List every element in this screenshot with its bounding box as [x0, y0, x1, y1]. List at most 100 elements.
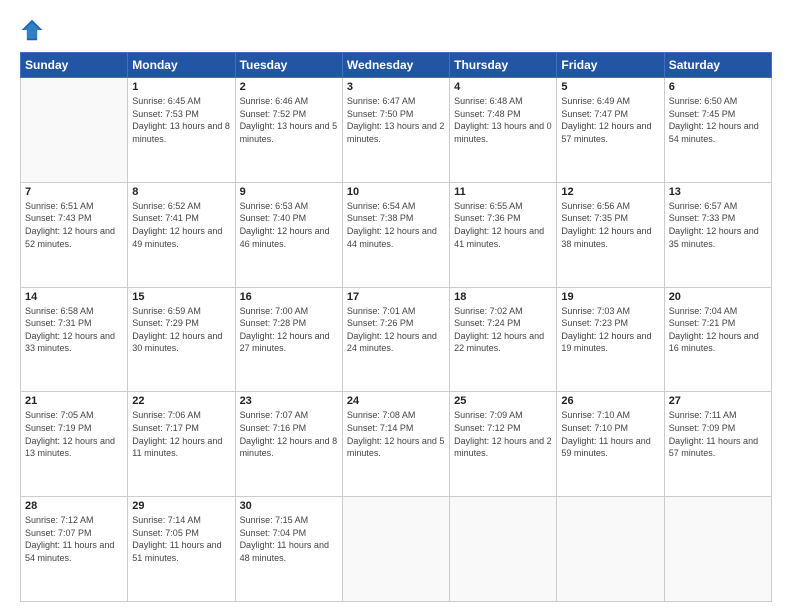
day-info: Sunrise: 6:51 AM Sunset: 7:43 PM Dayligh… [25, 200, 123, 250]
day-number: 29 [132, 500, 230, 512]
day-info: Sunrise: 7:03 AM Sunset: 7:23 PM Dayligh… [561, 305, 659, 355]
day-number: 22 [132, 395, 230, 407]
daylight-text: Daylight: 13 hours and 8 minutes. [132, 120, 230, 145]
calendar-day-cell: 15 Sunrise: 6:59 AM Sunset: 7:29 PM Dayl… [128, 287, 235, 392]
daylight-text: Daylight: 12 hours and 54 minutes. [669, 120, 767, 145]
sunset-text: Sunset: 7:45 PM [669, 108, 767, 121]
sunset-text: Sunset: 7:35 PM [561, 212, 659, 225]
day-info: Sunrise: 6:59 AM Sunset: 7:29 PM Dayligh… [132, 305, 230, 355]
day-info: Sunrise: 6:46 AM Sunset: 7:52 PM Dayligh… [240, 95, 338, 145]
daylight-text: Daylight: 13 hours and 5 minutes. [240, 120, 338, 145]
day-number: 18 [454, 291, 552, 303]
day-info: Sunrise: 7:08 AM Sunset: 7:14 PM Dayligh… [347, 409, 445, 459]
calendar-week-row: 28 Sunrise: 7:12 AM Sunset: 7:07 PM Dayl… [21, 497, 772, 602]
day-info: Sunrise: 6:53 AM Sunset: 7:40 PM Dayligh… [240, 200, 338, 250]
calendar-day-cell: 22 Sunrise: 7:06 AM Sunset: 7:17 PM Dayl… [128, 392, 235, 497]
calendar-week-row: 7 Sunrise: 6:51 AM Sunset: 7:43 PM Dayli… [21, 182, 772, 287]
sunset-text: Sunset: 7:36 PM [454, 212, 552, 225]
calendar-day-cell: 17 Sunrise: 7:01 AM Sunset: 7:26 PM Dayl… [342, 287, 449, 392]
day-number: 30 [240, 500, 338, 512]
daylight-text: Daylight: 12 hours and 30 minutes. [132, 330, 230, 355]
day-number: 3 [347, 81, 445, 93]
day-number: 8 [132, 186, 230, 198]
calendar-day-cell: 25 Sunrise: 7:09 AM Sunset: 7:12 PM Dayl… [450, 392, 557, 497]
sunset-text: Sunset: 7:14 PM [347, 422, 445, 435]
calendar-day-cell: 18 Sunrise: 7:02 AM Sunset: 7:24 PM Dayl… [450, 287, 557, 392]
calendar-day-cell: 2 Sunrise: 6:46 AM Sunset: 7:52 PM Dayli… [235, 78, 342, 183]
sunrise-text: Sunrise: 6:52 AM [132, 200, 230, 213]
sunrise-text: Sunrise: 6:49 AM [561, 95, 659, 108]
day-info: Sunrise: 6:56 AM Sunset: 7:35 PM Dayligh… [561, 200, 659, 250]
day-number: 20 [669, 291, 767, 303]
daylight-text: Daylight: 12 hours and 5 minutes. [347, 435, 445, 460]
day-info: Sunrise: 7:05 AM Sunset: 7:19 PM Dayligh… [25, 409, 123, 459]
daylight-text: Daylight: 12 hours and 33 minutes. [25, 330, 123, 355]
day-info: Sunrise: 7:14 AM Sunset: 7:05 PM Dayligh… [132, 514, 230, 564]
calendar-day-cell: 9 Sunrise: 6:53 AM Sunset: 7:40 PM Dayli… [235, 182, 342, 287]
daylight-text: Daylight: 12 hours and 44 minutes. [347, 225, 445, 250]
daylight-text: Daylight: 11 hours and 57 minutes. [669, 435, 767, 460]
calendar-day-cell: 14 Sunrise: 6:58 AM Sunset: 7:31 PM Dayl… [21, 287, 128, 392]
sunrise-text: Sunrise: 7:03 AM [561, 305, 659, 318]
sunset-text: Sunset: 7:33 PM [669, 212, 767, 225]
daylight-text: Daylight: 13 hours and 2 minutes. [347, 120, 445, 145]
calendar-day-header: Saturday [664, 53, 771, 78]
day-number: 15 [132, 291, 230, 303]
calendar-day-cell: 1 Sunrise: 6:45 AM Sunset: 7:53 PM Dayli… [128, 78, 235, 183]
sunrise-text: Sunrise: 7:05 AM [25, 409, 123, 422]
calendar-day-cell: 16 Sunrise: 7:00 AM Sunset: 7:28 PM Dayl… [235, 287, 342, 392]
sunset-text: Sunset: 7:53 PM [132, 108, 230, 121]
day-number: 13 [669, 186, 767, 198]
day-info: Sunrise: 6:47 AM Sunset: 7:50 PM Dayligh… [347, 95, 445, 145]
daylight-text: Daylight: 12 hours and 35 minutes. [669, 225, 767, 250]
sunrise-text: Sunrise: 7:15 AM [240, 514, 338, 527]
sunset-text: Sunset: 7:40 PM [240, 212, 338, 225]
sunset-text: Sunset: 7:10 PM [561, 422, 659, 435]
calendar-week-row: 1 Sunrise: 6:45 AM Sunset: 7:53 PM Dayli… [21, 78, 772, 183]
sunrise-text: Sunrise: 7:09 AM [454, 409, 552, 422]
calendar-week-row: 21 Sunrise: 7:05 AM Sunset: 7:19 PM Dayl… [21, 392, 772, 497]
calendar-day-header: Wednesday [342, 53, 449, 78]
sunset-text: Sunset: 7:47 PM [561, 108, 659, 121]
logo-icon [20, 18, 44, 42]
day-info: Sunrise: 7:07 AM Sunset: 7:16 PM Dayligh… [240, 409, 338, 459]
sunset-text: Sunset: 7:50 PM [347, 108, 445, 121]
sunrise-text: Sunrise: 7:11 AM [669, 409, 767, 422]
daylight-text: Daylight: 12 hours and 19 minutes. [561, 330, 659, 355]
daylight-text: Daylight: 12 hours and 11 minutes. [132, 435, 230, 460]
calendar-day-cell: 12 Sunrise: 6:56 AM Sunset: 7:35 PM Dayl… [557, 182, 664, 287]
daylight-text: Daylight: 12 hours and 27 minutes. [240, 330, 338, 355]
calendar-day-cell: 23 Sunrise: 7:07 AM Sunset: 7:16 PM Dayl… [235, 392, 342, 497]
calendar-day-cell: 27 Sunrise: 7:11 AM Sunset: 7:09 PM Dayl… [664, 392, 771, 497]
sunrise-text: Sunrise: 6:57 AM [669, 200, 767, 213]
daylight-text: Daylight: 12 hours and 46 minutes. [240, 225, 338, 250]
sunset-text: Sunset: 7:23 PM [561, 317, 659, 330]
day-info: Sunrise: 7:01 AM Sunset: 7:26 PM Dayligh… [347, 305, 445, 355]
sunset-text: Sunset: 7:29 PM [132, 317, 230, 330]
calendar-day-cell [664, 497, 771, 602]
calendar-header-row: SundayMondayTuesdayWednesdayThursdayFrid… [21, 53, 772, 78]
day-number: 4 [454, 81, 552, 93]
sunrise-text: Sunrise: 6:54 AM [347, 200, 445, 213]
sunrise-text: Sunrise: 7:02 AM [454, 305, 552, 318]
calendar-day-cell: 11 Sunrise: 6:55 AM Sunset: 7:36 PM Dayl… [450, 182, 557, 287]
daylight-text: Daylight: 11 hours and 54 minutes. [25, 539, 123, 564]
day-info: Sunrise: 7:09 AM Sunset: 7:12 PM Dayligh… [454, 409, 552, 459]
logo [20, 18, 48, 42]
daylight-text: Daylight: 12 hours and 38 minutes. [561, 225, 659, 250]
day-number: 6 [669, 81, 767, 93]
sunrise-text: Sunrise: 7:07 AM [240, 409, 338, 422]
day-number: 26 [561, 395, 659, 407]
day-info: Sunrise: 7:04 AM Sunset: 7:21 PM Dayligh… [669, 305, 767, 355]
sunrise-text: Sunrise: 6:51 AM [25, 200, 123, 213]
day-info: Sunrise: 6:52 AM Sunset: 7:41 PM Dayligh… [132, 200, 230, 250]
calendar-day-cell: 28 Sunrise: 7:12 AM Sunset: 7:07 PM Dayl… [21, 497, 128, 602]
daylight-text: Daylight: 12 hours and 16 minutes. [669, 330, 767, 355]
daylight-text: Daylight: 11 hours and 59 minutes. [561, 435, 659, 460]
day-number: 2 [240, 81, 338, 93]
day-number: 16 [240, 291, 338, 303]
daylight-text: Daylight: 12 hours and 52 minutes. [25, 225, 123, 250]
calendar-day-cell: 19 Sunrise: 7:03 AM Sunset: 7:23 PM Dayl… [557, 287, 664, 392]
calendar-day-cell: 6 Sunrise: 6:50 AM Sunset: 7:45 PM Dayli… [664, 78, 771, 183]
calendar-day-cell [557, 497, 664, 602]
